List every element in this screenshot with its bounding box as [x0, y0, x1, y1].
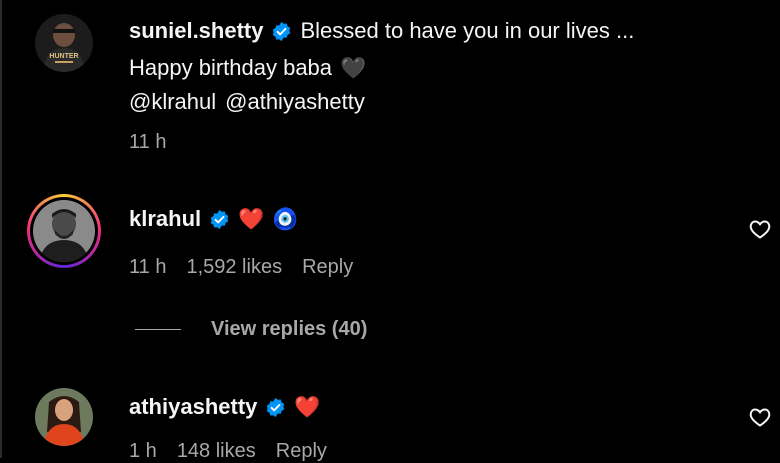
comment-1-text-line1: Blessed to have you in our lives ...: [300, 18, 635, 43]
nazar-amulet-emoji: 🧿: [272, 207, 299, 231]
view-replies-label: View replies (40): [211, 318, 368, 340]
comment-1-timestamp[interactable]: 11 h: [129, 131, 166, 154]
comment-1-header: suniel.shetty Blessed to have you in our…: [129, 18, 634, 44]
comment-3-meta: 1 h 148 likes Reply: [129, 440, 327, 463]
comment-3-reply-button[interactable]: Reply: [276, 440, 327, 463]
view-replies-divider: [135, 329, 181, 330]
avatar-klrahul: [33, 200, 95, 262]
comment-1-mentions: @klrahul @athiyashetty: [129, 89, 365, 115]
comment-2-meta: 11 h 1,592 likes Reply: [129, 256, 353, 279]
comment-2-likes[interactable]: 1,592 likes: [186, 256, 282, 279]
left-edge-divider: [0, 0, 2, 458]
username-suniel-shetty[interactable]: suniel.shetty: [129, 18, 263, 44]
verified-badge-icon: [267, 397, 285, 417]
heart-outline-icon[interactable]: [748, 217, 772, 241]
black-heart-emoji: 🖤: [340, 56, 367, 80]
mention-klrahul[interactable]: @klrahul: [129, 89, 216, 115]
comment-3-likes[interactable]: 148 likes: [177, 440, 256, 463]
red-heart-emoji: ❤️: [238, 207, 265, 231]
story-ring[interactable]: [27, 194, 101, 268]
heart-outline-icon[interactable]: [748, 405, 772, 429]
comment-2-reply-button[interactable]: Reply: [302, 256, 353, 279]
comment-2-timestamp[interactable]: 11 h: [129, 256, 166, 279]
avatar-suniel-shetty[interactable]: HUNTER: [35, 14, 93, 72]
comment-1-text-line2: Happy birthday baba: [129, 55, 333, 80]
username-athiyashetty[interactable]: athiyashetty: [129, 394, 257, 420]
comment-1-line2: Happy birthday baba 🖤: [129, 55, 366, 81]
verified-badge-icon: [210, 209, 229, 229]
mention-athiyashetty[interactable]: @athiyashetty: [225, 89, 365, 115]
comment-1-meta: 11 h: [129, 131, 166, 154]
username-klrahul[interactable]: klrahul: [129, 206, 201, 232]
view-replies-button[interactable]: View replies (40): [135, 318, 367, 341]
comment-3-header: athiyashetty ❤️: [129, 394, 321, 420]
svg-text:HUNTER: HUNTER: [49, 53, 78, 60]
comment-2-header: klrahul ❤️ 🧿: [129, 206, 298, 232]
avatar-athiyashetty[interactable]: [35, 388, 93, 446]
red-heart-emoji: ❤️: [294, 395, 321, 419]
comment-3-timestamp[interactable]: 1 h: [129, 440, 157, 463]
verified-badge-icon: [273, 21, 291, 41]
